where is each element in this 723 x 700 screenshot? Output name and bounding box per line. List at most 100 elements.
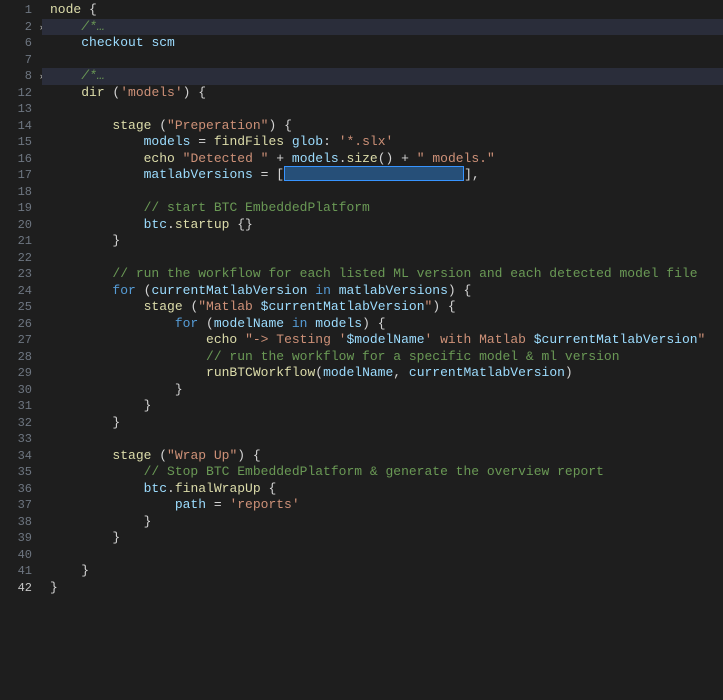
code-token: stage [144, 299, 183, 314]
code-token [237, 332, 245, 347]
code-editor[interactable]: 12›678›121314151617181920212223242526272… [0, 0, 723, 700]
code-line[interactable]: runBTCWorkflow(modelName, currentMatlabV… [50, 365, 723, 382]
code-line[interactable]: } [50, 563, 723, 580]
code-token: {} [229, 217, 252, 232]
code-token: , [393, 365, 409, 380]
code-line[interactable]: matlabVersions = [], [50, 167, 723, 184]
code-token [50, 266, 112, 281]
code-line[interactable]: stage ("Preperation") { [50, 118, 723, 135]
code-token: . [167, 481, 175, 496]
code-line[interactable]: for (currentMatlabVersion in matlabVersi… [50, 283, 723, 300]
code-token [50, 151, 144, 166]
code-line[interactable] [50, 184, 723, 201]
code-token [50, 415, 112, 430]
code-line[interactable]: // run the workflow for each listed ML v… [50, 266, 723, 283]
code-line[interactable]: echo "Detected " + models.size() + " mod… [50, 151, 723, 168]
code-token: = [190, 134, 213, 149]
code-line[interactable]: node { [50, 2, 723, 19]
line-number: 18 [0, 184, 42, 201]
code-token [50, 35, 81, 50]
code-token [50, 481, 144, 496]
code-token [175, 151, 183, 166]
code-token: models [292, 151, 339, 166]
line-number: 27 [0, 332, 42, 349]
code-line[interactable]: } [50, 530, 723, 547]
code-token: for [112, 283, 135, 298]
code-line[interactable]: btc.finalWrapUp { [50, 481, 723, 498]
code-token: glob [292, 134, 323, 149]
code-line[interactable]: } [50, 382, 723, 399]
code-line[interactable]: } [50, 514, 723, 531]
code-token: "Detected " [183, 151, 269, 166]
text-selection[interactable] [284, 166, 464, 181]
code-token: ) { [183, 85, 206, 100]
line-number: 21 [0, 233, 42, 250]
code-line[interactable]: echo "-> Testing '$modelName' with Matla… [50, 332, 723, 349]
code-token: currentMatlabVersion [409, 365, 565, 380]
code-token [50, 283, 112, 298]
code-token: btc [144, 217, 167, 232]
line-number: 12 [0, 85, 42, 102]
line-number: 15 [0, 134, 42, 151]
line-number: 29 [0, 365, 42, 382]
code-token: "Matlab [198, 299, 260, 314]
code-token: . [167, 217, 175, 232]
code-token: ], [464, 167, 480, 182]
code-line[interactable]: for (modelName in models) { [50, 316, 723, 333]
code-token: // start BTC EmbeddedPlatform [144, 200, 370, 215]
code-token: matlabVersions [144, 167, 253, 182]
code-line[interactable]: /*… [42, 68, 723, 85]
code-token: : [323, 134, 339, 149]
code-line[interactable]: } [50, 398, 723, 415]
code-token: ) { [362, 316, 385, 331]
line-number: 19 [0, 200, 42, 217]
code-token: ( [136, 283, 152, 298]
code-line[interactable] [50, 101, 723, 118]
code-line[interactable]: // run the workflow for a specific model… [50, 349, 723, 366]
code-token [50, 497, 175, 512]
code-token: ( [198, 316, 214, 331]
code-line[interactable] [50, 431, 723, 448]
code-token: for [175, 316, 198, 331]
code-line[interactable] [50, 547, 723, 564]
code-token: = [ [253, 167, 284, 182]
code-token: + [393, 151, 416, 166]
code-line[interactable]: checkout scm [50, 35, 723, 52]
code-token [50, 349, 206, 364]
code-line[interactable]: // start BTC EmbeddedPlatform [50, 200, 723, 217]
code-line[interactable] [50, 52, 723, 69]
code-line[interactable]: // Stop BTC EmbeddedPlatform & generate … [50, 464, 723, 481]
code-line[interactable]: } [50, 233, 723, 250]
line-number: 1 [0, 2, 42, 19]
code-line[interactable]: path = 'reports' [50, 497, 723, 514]
code-line[interactable]: /*… [42, 19, 723, 36]
line-number: 17 [0, 167, 42, 184]
code-area[interactable]: node { /*… checkout scm /*… dir ('models… [42, 0, 723, 700]
code-line[interactable]: stage ("Matlab $currentMatlabVersion") { [50, 299, 723, 316]
code-token: " models." [417, 151, 495, 166]
code-token: } [112, 233, 120, 248]
code-line[interactable]: } [50, 580, 723, 597]
code-token [50, 382, 175, 397]
code-token: findFiles [214, 134, 284, 149]
code-line[interactable] [50, 250, 723, 267]
code-token: ( [315, 365, 323, 380]
code-line[interactable]: stage ("Wrap Up") { [50, 448, 723, 465]
code-token: node [50, 2, 81, 17]
code-token [50, 85, 81, 100]
code-token: () [378, 151, 394, 166]
code-token [50, 365, 206, 380]
code-line[interactable]: } [50, 415, 723, 432]
code-line[interactable]: btc.startup {} [50, 217, 723, 234]
code-token: models [315, 316, 362, 331]
code-token: stage [112, 448, 151, 463]
code-token: "-> Testing ' [245, 332, 346, 347]
line-number: 14 [0, 118, 42, 135]
code-token: echo [206, 332, 237, 347]
code-token: size [347, 151, 378, 166]
code-line[interactable]: models = findFiles glob: '*.slx' [50, 134, 723, 151]
code-line[interactable]: dir ('models') { [50, 85, 723, 102]
line-number: 6 [0, 35, 42, 52]
code-token: "Wrap Up" [167, 448, 237, 463]
line-number: 37 [0, 497, 42, 514]
